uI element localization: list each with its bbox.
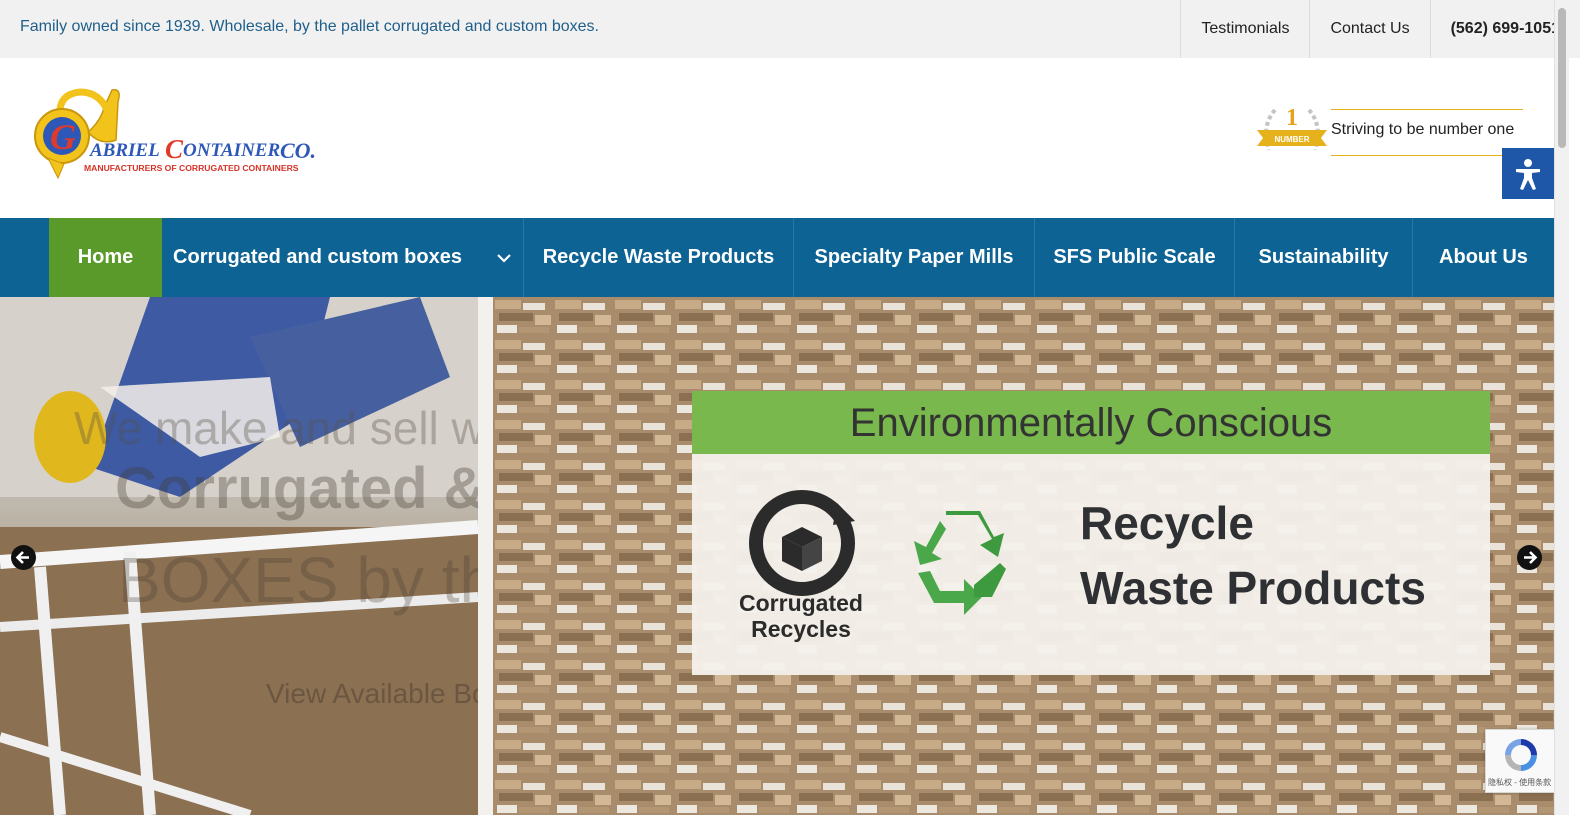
svg-text:CO.: CO. xyxy=(280,138,316,163)
slide-text-line2: Corrugated & Custom xyxy=(115,456,478,521)
promo-heading-line2: Waste Products xyxy=(1080,562,1426,614)
svg-text:MANUFACTURERS OF CORRUGATED CO: MANUFACTURERS OF CORRUGATED CONTAINERS xyxy=(84,163,299,173)
recaptcha-badge[interactable]: 隐私权 - 使用条款 xyxy=(1485,729,1556,793)
svg-text:ABRIEL: ABRIEL xyxy=(89,140,160,161)
hero-slider: We make and sell wholesale Corrugated & … xyxy=(0,297,1554,815)
top-bar: Family owned since 1939. Wholesale, by t… xyxy=(0,0,1580,59)
slider-next-button[interactable] xyxy=(1517,545,1542,570)
site-logo[interactable]: G ABRIEL C ONTAINER CO. MANUFACTURERS OF… xyxy=(30,84,330,184)
svg-text:ONTAINER: ONTAINER xyxy=(183,140,280,161)
promo-header: Environmentally Conscious xyxy=(692,391,1490,454)
top-links: Testimonials Contact Us (562) 699-1051 xyxy=(1180,0,1580,58)
svg-text:NUMBER: NUMBER xyxy=(1274,135,1309,144)
nav-item-corrugated-boxes[interactable]: Corrugated and custom boxes xyxy=(162,218,524,297)
nav-item-label: Corrugated and custom boxes xyxy=(173,246,462,268)
chevron-down-icon[interactable] xyxy=(496,253,512,263)
nav-item-label: SFS Public Scale xyxy=(1053,246,1216,268)
slide-divider xyxy=(478,297,493,815)
nav-item-home[interactable]: Home xyxy=(49,218,162,297)
slide-cta[interactable]: View Available Boxes xyxy=(266,678,478,710)
nav-item-about-us[interactable]: About Us xyxy=(1413,218,1554,297)
badge-line-bottom xyxy=(1331,155,1523,156)
nav-item-label: Specialty Paper Mills xyxy=(814,246,1014,268)
corrugated-recycles-text: Corrugated Recycles xyxy=(739,590,863,642)
nav-item-public-scale[interactable]: SFS Public Scale xyxy=(1035,218,1235,297)
recaptcha-icon xyxy=(1505,739,1537,771)
svg-text:C: C xyxy=(165,134,184,164)
slide-text-line1: We make and sell wholesale xyxy=(74,402,478,454)
promo-title: Environmentally Conscious xyxy=(849,401,1333,445)
nav-item-label: Recycle Waste Products xyxy=(542,246,775,268)
arrow-left-icon xyxy=(15,551,29,564)
arrow-right-icon xyxy=(1524,551,1538,564)
nav-item-recycle-waste[interactable]: Recycle Waste Products xyxy=(524,218,794,297)
nav-item-label: About Us xyxy=(1439,246,1528,268)
contact-us-link[interactable]: Contact Us xyxy=(1309,0,1429,58)
nav-item-label: Home xyxy=(77,246,134,268)
main-nav: Home Corrugated and custom boxes Recycle… xyxy=(0,218,1554,297)
promo-heading-line1: Recycle xyxy=(1080,497,1254,549)
site-header: G ABRIEL C ONTAINER CO. MANUFACTURERS OF… xyxy=(0,58,1580,218)
testimonials-link[interactable]: Testimonials xyxy=(1180,0,1309,58)
laurel-badge-icon: 1 NUMBER xyxy=(1257,105,1327,151)
accessibility-button[interactable] xyxy=(1502,148,1554,199)
nav-item-specialty-paper[interactable]: Specialty Paper Mills xyxy=(794,218,1035,297)
recycle-icon xyxy=(914,511,1006,615)
slide-left-image: We make and sell wholesale Corrugated & … xyxy=(0,297,478,815)
svg-text:1: 1 xyxy=(1286,105,1298,131)
tagline: Family owned since 1939. Wholesale, by t… xyxy=(20,18,599,35)
page-scrollbar[interactable] xyxy=(1554,0,1569,815)
recaptcha-terms[interactable]: 隐私权 - 使用条款 xyxy=(1488,777,1551,788)
svg-text:G: G xyxy=(50,117,76,157)
scrollbar-thumb[interactable] xyxy=(1558,8,1566,148)
number-one-badge: 1 NUMBER Striving to be number one xyxy=(1255,100,1530,164)
nav-item-sustainability[interactable]: Sustainability xyxy=(1235,218,1413,297)
corrugated-recycles-icon xyxy=(749,490,855,596)
badge-text: Striving to be number one xyxy=(1331,121,1515,138)
badge-line-top xyxy=(1331,109,1523,110)
horn-logo-icon: G ABRIEL C ONTAINER CO. MANUFACTURERS OF… xyxy=(34,88,316,180)
slider-prev-button[interactable] xyxy=(11,545,36,570)
slide-text-line3: BOXES by the pallet xyxy=(118,544,478,616)
nav-item-label: Sustainability xyxy=(1258,246,1389,268)
promo-card: Environmentally Conscious Corrugated Rec… xyxy=(692,391,1490,675)
accessibility-icon xyxy=(1516,158,1540,190)
